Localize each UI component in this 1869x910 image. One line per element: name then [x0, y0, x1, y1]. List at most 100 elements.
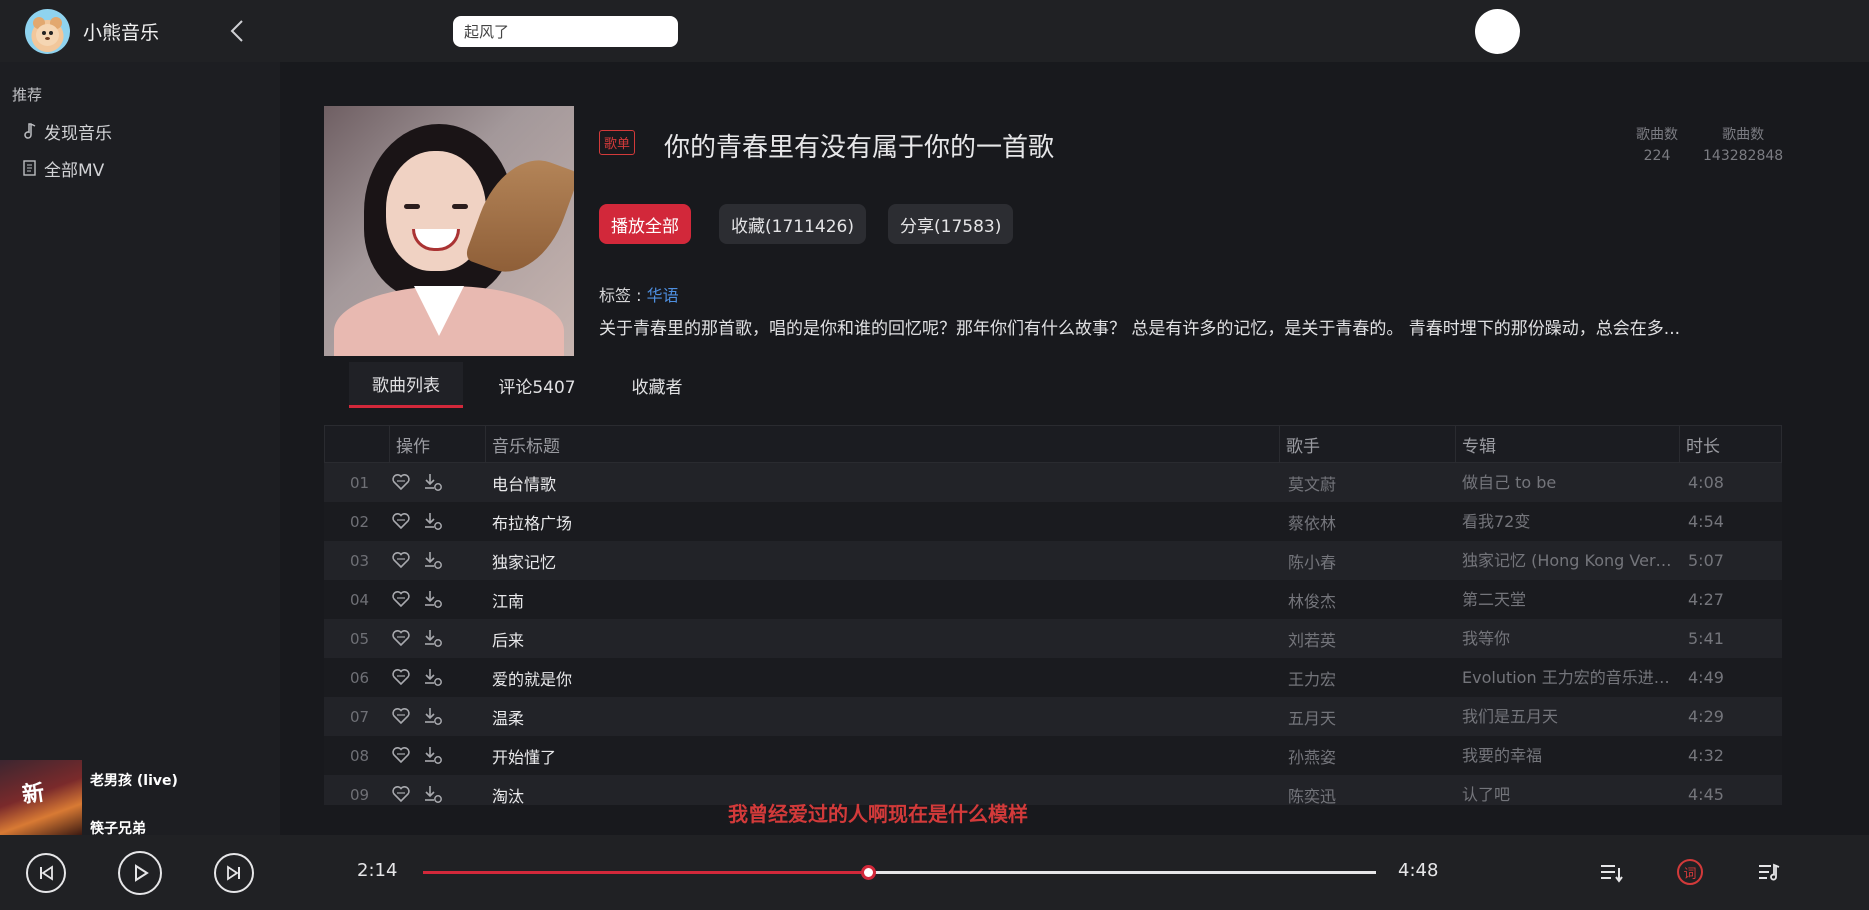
- table-row[interactable]: 02 布拉格广场 蔡依林 看我72变 4:54: [324, 502, 1782, 541]
- song-duration: 4:08: [1688, 473, 1724, 492]
- song-title[interactable]: 后来: [492, 619, 524, 658]
- next-track-button[interactable]: [214, 853, 254, 893]
- progress-bar[interactable]: [423, 865, 1376, 880]
- like-heart-icon[interactable]: [390, 471, 412, 493]
- playlist-description: 关于青春里的那首歌，唱的是你和谁的回忆呢？那年你们有什么故事？ 总是有许多的记忆…: [599, 319, 1681, 339]
- song-artist[interactable]: 林俊杰: [1288, 580, 1336, 619]
- tab-collectors[interactable]: 收藏者: [617, 362, 697, 408]
- like-heart-icon[interactable]: [390, 705, 412, 727]
- like-heart-icon[interactable]: [390, 666, 412, 688]
- back-chevron-icon[interactable]: [226, 18, 250, 44]
- song-artist[interactable]: 莫文蔚: [1288, 463, 1336, 502]
- like-heart-icon[interactable]: [390, 627, 412, 649]
- download-icon[interactable]: [422, 471, 444, 493]
- row-number: 03: [350, 551, 370, 570]
- col-header-album[interactable]: 专辑: [1455, 426, 1679, 462]
- download-icon[interactable]: [422, 588, 444, 610]
- song-artist[interactable]: 刘若英: [1288, 619, 1336, 658]
- download-icon[interactable]: [422, 666, 444, 688]
- like-heart-icon[interactable]: [390, 588, 412, 610]
- table-row[interactable]: 01 电台情歌 莫文蔚 做自己 to be 4:08: [324, 463, 1782, 502]
- tag-link[interactable]: 华语: [647, 286, 679, 305]
- bear-logo-icon: [25, 9, 70, 54]
- previous-track-button[interactable]: [26, 853, 66, 893]
- now-playing-artist: 筷子兄弟: [90, 821, 146, 835]
- lyric-toggle-button[interactable]: 词: [1677, 859, 1703, 885]
- like-heart-icon[interactable]: [390, 783, 412, 805]
- song-title[interactable]: 开始懂了: [492, 736, 556, 775]
- song-album[interactable]: 认了吧: [1462, 775, 1677, 805]
- row-actions: [390, 510, 444, 532]
- song-artist[interactable]: 孙燕姿: [1288, 736, 1336, 775]
- download-icon[interactable]: [422, 783, 444, 805]
- song-title[interactable]: 电台情歌: [492, 463, 556, 502]
- collect-button[interactable]: 收藏(1711426): [719, 204, 866, 244]
- col-header-artist[interactable]: 歌手: [1279, 426, 1455, 462]
- table-row[interactable]: 08 开始懂了 孙燕姿 我要的幸福 4:32: [324, 736, 1782, 775]
- tab-comments[interactable]: 评论5407: [487, 362, 587, 408]
- song-album[interactable]: 我等你: [1462, 619, 1677, 658]
- song-title[interactable]: 江南: [492, 580, 524, 619]
- song-title[interactable]: 温柔: [492, 697, 524, 736]
- song-artist[interactable]: 陈奕迅: [1288, 775, 1336, 806]
- now-playing-cover: 新: [0, 760, 82, 835]
- download-icon[interactable]: [422, 744, 444, 766]
- play-all-button[interactable]: 播放全部: [599, 204, 691, 244]
- play-button[interactable]: [118, 851, 162, 895]
- song-title[interactable]: 淘汰: [492, 775, 524, 806]
- row-actions: [390, 666, 444, 688]
- main-content: 歌单 你的青春里有没有属于你的一首歌 歌曲数 224 歌曲数 143282848 播…: [280, 62, 1869, 835]
- playlist-queue-button[interactable]: [1597, 859, 1625, 887]
- top-bar: 小熊音乐: [0, 0, 1869, 62]
- table-row[interactable]: 06 爱的就是你 王力宏 Evolution 王力宏的音乐进化论 4:49: [324, 658, 1782, 697]
- download-icon[interactable]: [422, 510, 444, 532]
- table-row[interactable]: 07 温柔 五月天 我们是五月天 4:29: [324, 697, 1782, 736]
- song-duration: 5:41: [1688, 629, 1724, 648]
- song-album[interactable]: 第二天堂: [1462, 580, 1677, 619]
- song-artist[interactable]: 蔡依林: [1288, 502, 1336, 541]
- col-header-title[interactable]: 音乐标题: [485, 426, 1279, 462]
- app-name: 小熊音乐: [83, 22, 160, 44]
- now-playing-title: 老男孩 (live): [90, 773, 178, 789]
- song-title[interactable]: 爱的就是你: [492, 658, 572, 697]
- music-list-button[interactable]: [1755, 859, 1783, 887]
- song-album[interactable]: 我们是五月天: [1462, 697, 1677, 736]
- user-avatar[interactable]: [1475, 9, 1520, 54]
- song-album[interactable]: 做自己 to be: [1462, 463, 1677, 502]
- row-actions: [390, 588, 444, 610]
- current-time: 2:14: [357, 860, 398, 881]
- like-heart-icon[interactable]: [390, 549, 412, 571]
- download-icon[interactable]: [422, 705, 444, 727]
- table-row[interactable]: 03 独家记忆 陈小春 独家记忆 (Hong Kong Version) 5:07: [324, 541, 1782, 580]
- sidebar-item-all-mv[interactable]: 全部MV: [22, 155, 104, 181]
- share-button[interactable]: 分享(17583): [888, 204, 1014, 244]
- like-heart-icon[interactable]: [390, 744, 412, 766]
- table-row[interactable]: 05 后来 刘若英 我等你 5:41: [324, 619, 1782, 658]
- like-heart-icon[interactable]: [390, 510, 412, 532]
- now-playing-card[interactable]: 新 老男孩 (live) 筷子兄弟: [0, 760, 280, 835]
- song-album[interactable]: 看我72变: [1462, 502, 1677, 541]
- song-artist[interactable]: 陈小春: [1288, 541, 1336, 580]
- sidebar-item-discover[interactable]: 发现音乐: [22, 118, 112, 144]
- song-album[interactable]: 我要的幸福: [1462, 736, 1677, 775]
- song-duration: 4:32: [1688, 746, 1724, 765]
- song-artist[interactable]: 五月天: [1288, 697, 1336, 736]
- document-icon: [22, 159, 38, 177]
- download-icon[interactable]: [422, 549, 444, 571]
- col-header-duration[interactable]: 时长: [1679, 426, 1781, 462]
- row-actions: [390, 627, 444, 649]
- song-album[interactable]: 独家记忆 (Hong Kong Version): [1462, 541, 1677, 580]
- sidebar-section-title: 推荐: [12, 86, 43, 104]
- song-artist[interactable]: 王力宏: [1288, 658, 1336, 697]
- song-duration: 4:29: [1688, 707, 1724, 726]
- download-icon[interactable]: [422, 627, 444, 649]
- song-title[interactable]: 独家记忆: [492, 541, 556, 580]
- table-row[interactable]: 04 江南 林俊杰 第二天堂 4:27: [324, 580, 1782, 619]
- song-title[interactable]: 布拉格广场: [492, 502, 572, 541]
- progress-knob[interactable]: [860, 865, 876, 880]
- search-input[interactable]: [453, 16, 678, 47]
- tab-song-list[interactable]: 歌曲列表: [349, 362, 463, 408]
- song-album[interactable]: Evolution 王力宏的音乐进化论: [1462, 658, 1677, 697]
- table-row[interactable]: 09 淘汰 陈奕迅 认了吧 4:45: [324, 775, 1782, 805]
- row-number: 02: [350, 512, 370, 531]
